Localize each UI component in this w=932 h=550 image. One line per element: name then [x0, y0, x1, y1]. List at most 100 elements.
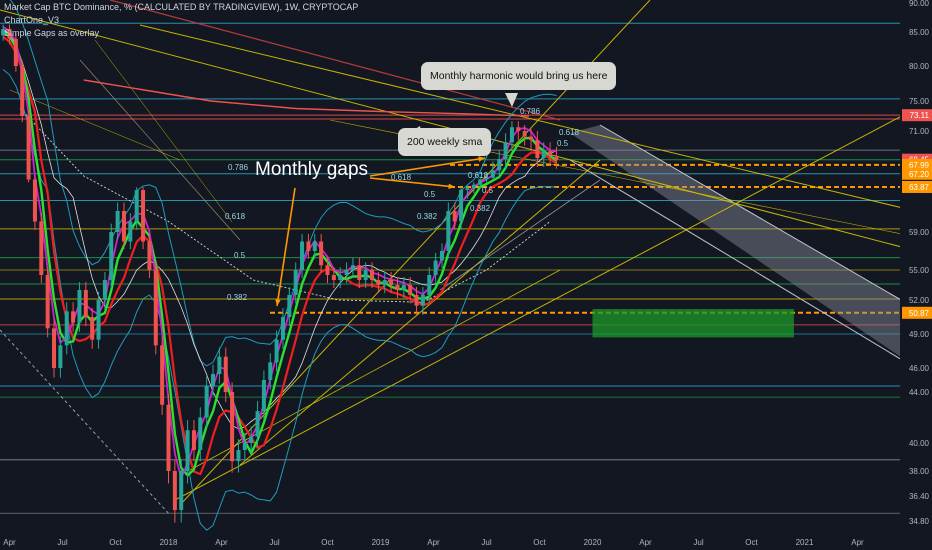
price-tag-5: 50.87 [909, 309, 930, 318]
candle-body-26 [166, 404, 171, 471]
candle-body-17 [109, 232, 114, 280]
candle-body-68 [433, 260, 438, 275]
y-tick-label-9: 52.00 [909, 296, 930, 305]
y-tick-label-4: 71.00 [909, 127, 930, 136]
candle-body-60 [382, 280, 387, 285]
candle-body-41 [261, 380, 266, 412]
candle-body-71 [452, 211, 457, 222]
candle-body-43 [274, 339, 279, 363]
candle-body-82 [522, 131, 527, 137]
y-tick-label-16: 34.80 [909, 517, 930, 526]
candle-body-57 [363, 270, 368, 280]
candle-body-80 [509, 127, 514, 143]
y-tick-label-14: 38.00 [909, 467, 930, 476]
candle-body-4 [26, 116, 31, 180]
candle-body-83 [529, 136, 534, 140]
y-tick-label-2: 80.00 [909, 62, 930, 71]
candle-body-77 [490, 170, 495, 178]
indicator-gaps-label[interactable]: Simple Gaps as overlay [4, 28, 99, 38]
candle-body-74 [471, 184, 476, 189]
callout-harmonic: Monthly harmonic would bring us here [421, 62, 617, 90]
candle-body-62 [395, 285, 400, 290]
candle-body-42 [268, 362, 273, 380]
fib-label-3: 0.382 [227, 293, 248, 302]
candle-body-66 [420, 295, 425, 306]
candle-body-39 [249, 436, 254, 443]
candle-body-48 [306, 241, 311, 251]
candle-body-56 [357, 265, 362, 280]
x-tick-label-2: Oct [109, 538, 122, 547]
candle-body-50 [319, 241, 324, 266]
candle-body-29 [185, 430, 190, 471]
y-tick-label-13: 40.00 [909, 439, 930, 448]
x-tick-label-3: 2018 [160, 538, 178, 547]
candle-body-38 [242, 443, 247, 450]
x-tick-label-5: Jul [269, 538, 279, 547]
x-tick-label-11: 2020 [584, 538, 602, 547]
candle-body-35 [223, 356, 228, 392]
candle-body-49 [312, 241, 317, 251]
x-tick-label-13: Jul [693, 538, 703, 547]
candle-body-69 [439, 251, 444, 261]
candle-body-65 [414, 295, 419, 306]
candle-body-59 [376, 280, 381, 285]
candle-body-46 [293, 270, 298, 295]
fib-label-6: 0.382 [417, 212, 438, 221]
price-tag-3: 67.20 [909, 170, 930, 179]
fib-label-0: 0.786 [228, 163, 249, 172]
fib-label-5: 0.5 [424, 190, 436, 199]
indicator-chartone-label[interactable]: ChartOne_V3 [4, 15, 59, 25]
fib-label-12: 0.786 [520, 107, 541, 116]
fib-label-1: 0.618 [225, 212, 246, 221]
y-tick-label-11: 46.00 [909, 364, 930, 373]
fib-label-10: 0.618 [559, 128, 580, 137]
x-tick-label-1: Jul [57, 538, 67, 547]
chart-title: Market Cap BTC Dominance, % (CALCULATED … [4, 2, 359, 12]
fib-label-2: 0.5 [234, 251, 246, 260]
candle-body-19 [121, 211, 126, 242]
candle-body-36 [230, 392, 235, 462]
candle-body-55 [350, 265, 355, 270]
candle-body-44 [280, 317, 285, 340]
candle-body-86 [548, 151, 553, 156]
x-tick-label-10: Oct [533, 538, 546, 547]
fib-label-7: 0.618 [468, 171, 489, 180]
candle-body-63 [401, 285, 406, 290]
candle-body-33 [211, 374, 216, 386]
candle-body-5 [32, 179, 37, 222]
x-tick-label-6: Oct [321, 538, 334, 547]
candle-body-45 [287, 295, 292, 317]
candle-body-3 [20, 66, 25, 116]
x-tick-label-9: Jul [481, 538, 491, 547]
monthly-gaps-label: Monthly gaps [255, 159, 369, 180]
time-axis: Apr Jul Oct 2018 Apr Jul Oct 2019 Apr Jul Oct 2020 A… [0, 532, 932, 550]
candle-body-52 [331, 275, 336, 280]
candle-body-28 [179, 471, 184, 511]
candle-body-54 [344, 270, 349, 275]
candle-body-23 [147, 241, 152, 270]
candle-body-85 [541, 151, 546, 158]
candle-body-31 [198, 417, 203, 450]
candle-body-12 [77, 290, 82, 323]
y-tick-label-10: 49.00 [909, 330, 930, 339]
price-tag-0: 73.11 [910, 111, 930, 120]
x-tick-label-4: Apr [215, 538, 228, 547]
candle-body-8 [52, 328, 57, 368]
candle-body-15 [96, 300, 101, 340]
x-tick-label-12: Apr [639, 538, 652, 547]
candle-body-75 [478, 179, 483, 185]
candle-body-6 [39, 221, 44, 275]
candle-body-72 [459, 190, 464, 222]
y-tick-label-3: 75.00 [909, 97, 930, 106]
x-tick-label-0: Apr [3, 538, 16, 547]
candle-body-30 [191, 430, 196, 450]
candle-body-51 [325, 265, 330, 275]
candle-body-25 [160, 345, 165, 405]
candle-body-79 [503, 142, 508, 160]
candle-body-16 [102, 280, 107, 300]
candle-body-78 [497, 159, 502, 171]
candle-body-32 [204, 386, 209, 418]
candle-body-61 [389, 280, 394, 285]
fib-label-9: 0.382 [470, 204, 491, 213]
candle-body-40 [255, 411, 260, 437]
